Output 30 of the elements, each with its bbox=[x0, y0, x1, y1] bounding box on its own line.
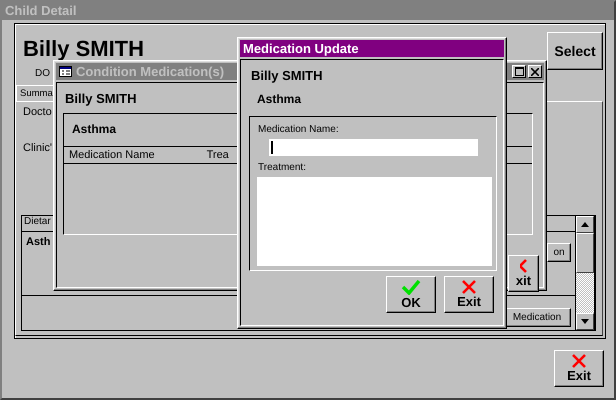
medication-name-field[interactable] bbox=[269, 139, 478, 156]
dob-label: DO bbox=[35, 68, 50, 79]
window-title: Condition Medication(s) bbox=[76, 62, 224, 80]
ok-button[interactable]: OK bbox=[386, 276, 436, 313]
child-name: Billy SMITH bbox=[23, 36, 144, 62]
field-label: Clinic' bbox=[23, 142, 52, 154]
window-icon bbox=[59, 66, 72, 77]
select-button[interactable]: Select bbox=[547, 32, 603, 70]
exit-button[interactable]: Exit bbox=[554, 350, 604, 387]
condition-text: Asth bbox=[26, 236, 50, 248]
window-title: Medication Update bbox=[240, 40, 504, 57]
treatment-field[interactable] bbox=[257, 177, 492, 266]
exit-button[interactable]: Exit bbox=[444, 276, 494, 313]
checkmark-icon bbox=[401, 279, 421, 295]
field-label: Docto bbox=[23, 106, 52, 118]
condition-text: Asthma bbox=[257, 92, 302, 106]
maximize-icon[interactable] bbox=[512, 65, 526, 78]
side-button[interactable]: on bbox=[547, 243, 571, 262]
child-name: Billy SMITH bbox=[65, 91, 137, 106]
child-name: Billy SMITH bbox=[251, 68, 323, 83]
exit-button[interactable]: xit bbox=[508, 255, 539, 292]
column-header: Dietar bbox=[24, 216, 51, 227]
scrollbar[interactable] bbox=[575, 215, 595, 331]
scroll-down-icon[interactable] bbox=[576, 313, 594, 330]
field-label: Treatment: bbox=[258, 162, 307, 173]
field-label: Medication Name: bbox=[258, 124, 340, 135]
column-header: Medication Name bbox=[69, 149, 155, 161]
scroll-up-icon[interactable] bbox=[576, 216, 594, 233]
column-header: Trea bbox=[206, 149, 229, 161]
window-title: Child Detail bbox=[2, 2, 614, 20]
